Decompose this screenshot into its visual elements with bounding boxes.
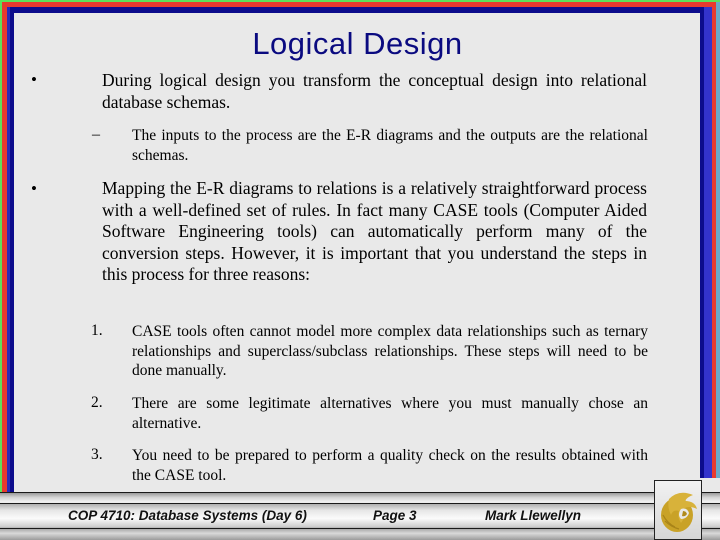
sub-bullet-text-inputs-outputs: The inputs to the process are the E-R di… — [132, 127, 648, 164]
footer-page-number: Page 3 — [373, 508, 417, 523]
reason-number: 3. — [91, 446, 103, 463]
reason-number: 1. — [91, 322, 103, 339]
logo-box — [654, 480, 702, 540]
reason-text: There are some legitimate alternatives w… — [132, 395, 648, 432]
reason-number: 2. — [91, 394, 103, 411]
reason-text: You need to be prepared to perform a qua… — [132, 447, 648, 484]
footer-course: COP 4710: Database Systems (Day 6) — [68, 508, 307, 523]
sub-bullet-marker: – — [92, 126, 100, 143]
slide-title: Logical Design — [252, 26, 463, 61]
border-right-blue — [704, 7, 712, 478]
bullet-marker: • — [31, 179, 37, 198]
footer-author: Mark Llewellyn — [485, 508, 582, 523]
bullet-text-logical-design: During logical design you transform the … — [102, 70, 647, 112]
border-right-teal — [716, 2, 720, 478]
reason-text: CASE tools often cannot model more compl… — [132, 323, 648, 379]
footer-divider — [0, 528, 720, 529]
pegasus-logo-icon — [661, 492, 697, 532]
footer-divider — [0, 492, 720, 493]
bullet-text-mapping: Mapping the E-R diagrams to relations is… — [102, 178, 647, 285]
footer-divider — [0, 503, 720, 504]
bullet-marker: • — [31, 70, 37, 89]
